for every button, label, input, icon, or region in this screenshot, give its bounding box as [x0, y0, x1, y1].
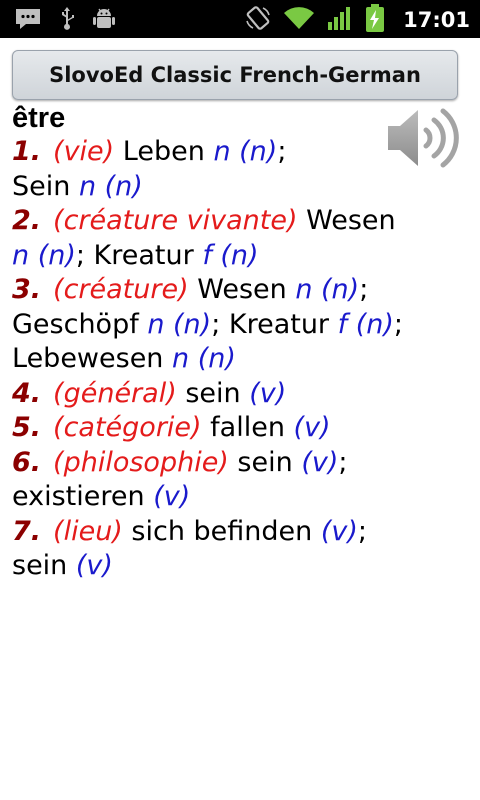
translation: existieren	[12, 481, 154, 512]
entry-line: existieren (v)	[12, 480, 468, 515]
grammar-note: (v)	[75, 550, 113, 581]
grammar-note: (v)	[293, 412, 331, 443]
context-label: (créature vivante)	[53, 205, 298, 236]
app-title: SlovoEd Classic French-German	[49, 63, 421, 87]
signal-icon	[327, 5, 353, 35]
translation: ; Kreatur	[211, 308, 338, 340]
headword: être	[12, 102, 66, 134]
context-label: (catégorie)	[53, 412, 202, 443]
entry-line: Sein n (n)	[12, 170, 468, 205]
entry-line: 6. (philosophie) sein (v);	[12, 446, 468, 481]
grammar-note: f (n)	[337, 308, 394, 340]
translation: Geschöpf	[12, 308, 148, 340]
context-label: (général)	[53, 377, 177, 409]
grammar-note: (v)	[153, 481, 191, 512]
translation: sein	[12, 550, 76, 581]
rotation-icon	[245, 5, 271, 35]
grammar-note: n (n)	[78, 170, 143, 202]
context-label: (lieu)	[53, 515, 123, 547]
sense-number: 3.	[12, 274, 42, 305]
entry-line: 2. (créature vivante) Wesen	[12, 204, 468, 239]
grammar-note: (v)	[301, 446, 339, 478]
app-title-bar[interactable]: SlovoEd Classic French-German	[12, 50, 458, 100]
status-bar: 17:01	[0, 0, 480, 38]
clock: 17:01	[403, 8, 470, 32]
translation: sich befinden	[122, 515, 321, 547]
entry-line: Lebewesen n (n)	[12, 342, 468, 377]
sense-number: 7.	[12, 515, 42, 547]
grammar-note: f (n)	[202, 239, 259, 271]
entry-line: Geschöpf n (n); Kreatur f (n);	[12, 308, 468, 343]
punctuation: ;	[338, 446, 348, 478]
sense-number: 1.	[12, 136, 42, 167]
entry-line: 7. (lieu) sich befinden (v);	[12, 515, 468, 550]
grammar-note: n (n)	[12, 239, 76, 271]
battery-charging-icon	[365, 4, 385, 36]
sense-number: 6.	[12, 446, 42, 478]
messages-icon	[14, 7, 42, 35]
translation: Sein	[12, 170, 79, 202]
entry-line: 4. (général) sein (v)	[12, 377, 468, 412]
entry-line: 5. (catégorie) fallen (v)	[12, 411, 468, 446]
entry-lines: 1. (vie) Leben n (n); Sein n (n) 2. (créatur…	[12, 135, 468, 584]
entry-line: 3. (créature) Wesen n (n);	[12, 273, 468, 308]
sense-number: 5.	[12, 412, 42, 443]
entry-line: sein (v)	[12, 549, 468, 584]
grammar-note: (v)	[249, 377, 287, 409]
context-label: (philosophie)	[53, 446, 229, 478]
usb-icon	[58, 6, 76, 36]
wifi-icon	[283, 5, 315, 35]
punctuation: ;	[357, 515, 368, 547]
context-label: (vie)	[53, 136, 115, 167]
grammar-note: n (n)	[147, 308, 212, 340]
translation: sein	[176, 377, 250, 409]
translation: Lebewesen	[12, 343, 172, 374]
punctuation: ;	[277, 136, 287, 167]
translation: ; Kreatur	[75, 239, 203, 271]
grammar-note: (v)	[320, 515, 358, 547]
context-label: (créature)	[53, 274, 189, 305]
translation: fallen	[201, 412, 294, 443]
translation: Wesen	[297, 205, 396, 236]
dictionary-entry: être 1. (vie) Leben n (n); Sein n (n) 2. (cr…	[12, 101, 468, 584]
sense-number: 4.	[12, 377, 42, 409]
android-debug-icon	[92, 6, 116, 36]
punctuation: ;	[359, 274, 369, 305]
translation: sein	[228, 446, 302, 478]
translation: Wesen	[188, 274, 296, 305]
entry-line: n (n); Kreatur f (n)	[12, 239, 468, 274]
punctuation: ;	[393, 308, 404, 340]
entry-line: 1. (vie) Leben n (n);	[12, 135, 468, 170]
grammar-note: n (n)	[172, 343, 236, 374]
grammar-note: n (n)	[213, 136, 278, 167]
sense-number: 2.	[12, 205, 42, 236]
translation: Leben	[114, 136, 214, 167]
grammar-note: n (n)	[295, 274, 360, 305]
